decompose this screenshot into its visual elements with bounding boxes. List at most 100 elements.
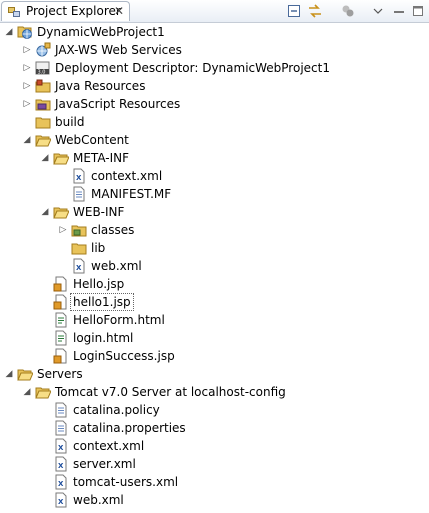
open-folder-icon: [35, 132, 52, 148]
maximize-icon[interactable]: [410, 3, 426, 19]
xml-file-icon: X: [53, 474, 69, 490]
xml-file-icon: X: [53, 456, 69, 472]
svg-text:X: X: [58, 444, 64, 452]
tree-item-label: Deployment Descriptor: DynamicWebProject…: [55, 61, 330, 75]
svg-text:X: X: [76, 264, 82, 272]
tree-item[interactable]: hello1.jsp: [0, 293, 429, 311]
tab-project-explorer[interactable]: Project Explorer ✕: [1, 1, 130, 21]
tree-item[interactable]: Xcontext.xml: [0, 437, 429, 455]
open-folder-icon: [17, 366, 34, 382]
tree-item[interactable]: ▷ 3.0 Deployment Descriptor: DynamicWebPro…: [0, 59, 429, 77]
tree-item-label: hello1.jsp: [70, 293, 134, 311]
deployment-descriptor-icon: 3.0: [35, 60, 51, 76]
tree-item-label: web.xml: [73, 493, 124, 507]
tree-item[interactable]: ◢ WebContent: [0, 131, 429, 149]
tree-item-label: Java Resources: [55, 79, 146, 93]
xml-file-icon: X: [71, 168, 87, 184]
tree-item-label: Servers: [37, 367, 83, 381]
tree-item[interactable]: ◢ Servers: [0, 365, 429, 383]
close-icon[interactable]: ✕: [114, 4, 124, 18]
link-with-editor-icon[interactable]: [307, 3, 323, 19]
tree-item[interactable]: LoginSuccess.jsp: [0, 347, 429, 365]
tree-item-label: catalina.policy: [73, 403, 160, 417]
expanded-twistie-icon[interactable]: ◢: [22, 386, 32, 398]
tree-item[interactable]: Xserver.xml: [0, 455, 429, 473]
collapsed-twistie-icon[interactable]: ▷: [22, 98, 32, 110]
jsp-file-icon: [53, 348, 69, 364]
tree-item-label: DynamicWebProject1: [37, 25, 165, 39]
expanded-twistie-icon[interactable]: ◢: [22, 134, 32, 146]
open-folder-icon: [53, 204, 70, 220]
tree-item-label: HelloForm.html: [73, 313, 165, 327]
view-menu-icon[interactable]: [340, 3, 356, 19]
tree-item-label: classes: [91, 223, 135, 237]
collapsed-twistie-icon[interactable]: ▷: [22, 62, 32, 74]
tree-item[interactable]: ◢ WEB-INF: [0, 203, 429, 221]
tab-label: Project Explorer: [26, 4, 121, 18]
collapsed-twistie-icon[interactable]: ▷: [22, 80, 32, 92]
tree-item[interactable]: catalina.policy: [0, 401, 429, 419]
expanded-twistie-icon[interactable]: ◢: [4, 26, 14, 38]
tree-item[interactable]: ▷ Java Resources: [0, 77, 429, 95]
svg-text:X: X: [58, 498, 64, 506]
tree-item-label: Hello.jsp: [73, 277, 125, 291]
tree-item-label: META-INF: [73, 151, 130, 165]
html-file-icon: [53, 330, 69, 346]
tree-item[interactable]: ▷ classes: [0, 221, 429, 239]
svg-text:X: X: [76, 174, 82, 182]
tree-item[interactable]: ▷ JAX-WS Web Services: [0, 41, 429, 59]
expanded-twistie-icon[interactable]: ◢: [40, 152, 50, 164]
tree-item-label: JavaScript Resources: [55, 97, 181, 111]
tree-item[interactable]: build: [0, 113, 429, 131]
tree-item[interactable]: ◢ DynamicWebProject1: [0, 23, 429, 41]
tree-item[interactable]: HelloForm.html: [0, 311, 429, 329]
tree-item-label: WebContent: [55, 133, 129, 147]
tree-item[interactable]: Xtomcat-users.xml: [0, 473, 429, 491]
collapse-all-icon[interactable]: [286, 3, 302, 19]
jsp-file-icon: [53, 294, 69, 310]
text-file-icon: [71, 186, 87, 202]
open-folder-icon: [35, 384, 52, 400]
tree-item[interactable]: Xweb.xml: [0, 491, 429, 509]
tree-item[interactable]: Xweb.xml: [0, 257, 429, 275]
expanded-twistie-icon[interactable]: ◢: [40, 206, 50, 218]
text-file-icon: [53, 402, 69, 418]
text-file-icon: [53, 420, 69, 436]
tree-item-label: build: [55, 115, 85, 129]
tree-item-label: login.html: [73, 331, 134, 345]
web-services-icon: [35, 42, 51, 58]
javascript-resources-icon: [35, 96, 51, 112]
collapsed-twistie-icon[interactable]: ▷: [22, 44, 32, 56]
svg-text:X: X: [58, 462, 64, 470]
tree-item-label: web.xml: [91, 259, 142, 273]
view-titlebar: Project Explorer ✕: [0, 0, 429, 23]
xml-file-icon: X: [53, 492, 69, 508]
tree-item-label: tomcat-users.xml: [73, 475, 179, 489]
tree-item-label: server.xml: [73, 457, 136, 471]
folder-icon: [35, 114, 51, 130]
package-folder-icon: [71, 222, 87, 238]
tree-item[interactable]: ▷ JavaScript Resources: [0, 95, 429, 113]
tree-item[interactable]: ◢ META-INF: [0, 149, 429, 167]
tree-item-label: MANIFEST.MF: [91, 187, 172, 201]
tree-item-label: context.xml: [73, 439, 145, 453]
svg-text:3.0: 3.0: [38, 69, 46, 75]
tree-item-label: WEB-INF: [73, 205, 125, 219]
expanded-twistie-icon[interactable]: ◢: [4, 368, 14, 380]
tree-item[interactable]: ◢ Tomcat v7.0 Server at localhost-config: [0, 383, 429, 401]
collapsed-twistie-icon[interactable]: ▷: [58, 224, 68, 236]
tree-item-label: JAX-WS Web Services: [55, 43, 182, 57]
tree-item[interactable]: catalina.properties: [0, 419, 429, 437]
tree-item[interactable]: MANIFEST.MF: [0, 185, 429, 203]
tree-item-label: LoginSuccess.jsp: [73, 349, 175, 363]
tree-item[interactable]: login.html: [0, 329, 429, 347]
tree-item[interactable]: Hello.jsp: [0, 275, 429, 293]
minimize-icon[interactable]: [370, 3, 386, 19]
tree-item-label: context.xml: [91, 169, 163, 183]
java-resources-icon: [35, 78, 51, 94]
tree-item[interactable]: Xcontext.xml: [0, 167, 429, 185]
minimize-view-icon[interactable]: [391, 3, 407, 19]
project-explorer-icon: [8, 6, 20, 18]
web-project-icon: [17, 24, 33, 40]
tree-item[interactable]: lib: [0, 239, 429, 257]
